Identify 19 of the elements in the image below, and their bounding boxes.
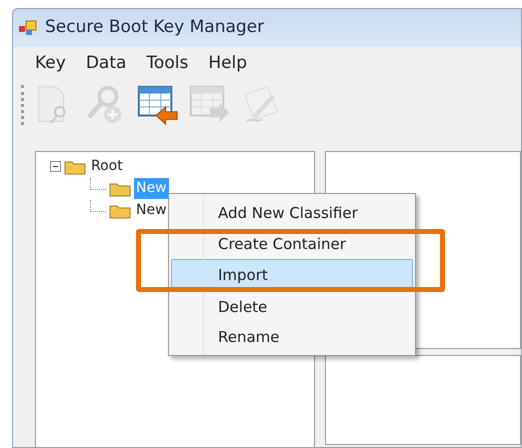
menu-option[interactable]: Add New Classifier: [171, 197, 413, 228]
folder-icon: [64, 158, 86, 174]
menu-item[interactable]: Help: [200, 51, 256, 76]
tree-line: [90, 178, 106, 190]
collapse-icon[interactable]: [50, 161, 61, 172]
menu-item[interactable]: Tools: [138, 51, 196, 76]
menu-option[interactable]: Delete: [171, 290, 413, 321]
menu-option[interactable]: Rename: [171, 321, 413, 352]
tree-line: [90, 200, 106, 212]
menu-item[interactable]: Key: [27, 51, 74, 76]
window-title: Secure Boot Key Manager: [45, 16, 264, 40]
folder-icon: [109, 180, 131, 196]
folder-icon: [109, 202, 131, 218]
tree-item[interactable]: New: [134, 200, 169, 221]
tree-item[interactable]: Root: [89, 156, 125, 177]
app-icon: [19, 20, 37, 36]
menu-item[interactable]: Data: [78, 51, 134, 76]
menu-option[interactable]: Create Container: [171, 228, 413, 259]
menu-option[interactable]: Import: [171, 259, 413, 290]
